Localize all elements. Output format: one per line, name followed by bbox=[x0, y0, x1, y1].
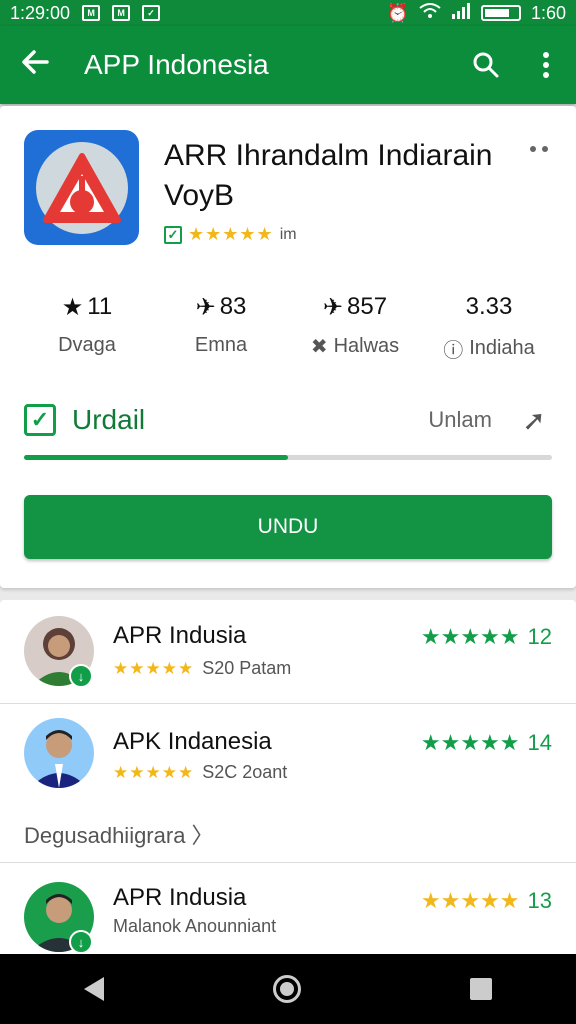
nav-home-icon[interactable] bbox=[272, 975, 301, 1003]
app-details-card: ARR Ihrandalm Indiarain VoyB ✓ ★★★★★ im … bbox=[0, 106, 576, 588]
download-badge-icon: ↓ bbox=[69, 664, 93, 688]
download-progress bbox=[24, 455, 552, 460]
stat-item: ✈ 857 ✖ Halwas bbox=[288, 292, 422, 363]
mail-notification-icon: M bbox=[112, 5, 131, 21]
info-icon: ⓘ bbox=[443, 340, 464, 362]
battery-icon bbox=[480, 5, 521, 21]
rating-text: im bbox=[279, 225, 297, 243]
item-sub: S20 Patam bbox=[202, 658, 292, 678]
install-row: ✓ Urdail Unlam ➚ bbox=[24, 400, 554, 440]
search-icon[interactable] bbox=[456, 51, 516, 79]
app-logo bbox=[24, 130, 139, 245]
item-name: APR Indusia bbox=[113, 622, 247, 649]
stat-label: Emna bbox=[194, 334, 248, 356]
see-more-link[interactable]: Degusadhiigrara 〉 bbox=[24, 818, 214, 850]
stat-label: Indiaha bbox=[469, 337, 535, 359]
list-item[interactable]: ↓ APR Indusia Malanok Anounniant ★★★★★ 13 bbox=[0, 870, 576, 960]
stats-row: ★ 11 Dvaga ✈ 83 Emna ✈ 857 ✖ Halwas 3.33 ⓘ In… bbox=[20, 292, 556, 363]
status-bar: 1:29:00 M M ✓ ⏰ 1:60 bbox=[0, 0, 576, 26]
item-sub: Malanok Anounniant bbox=[113, 916, 277, 936]
alarm-icon: ⏰ bbox=[386, 2, 409, 23]
item-stars: ★★★★★ bbox=[113, 762, 195, 782]
item-rating-value: 12 bbox=[527, 624, 552, 649]
install-label: Urdail bbox=[72, 404, 146, 435]
stat-item: ★ 11 Dvaga bbox=[20, 292, 154, 363]
page-title: APP Indonesia bbox=[84, 49, 269, 80]
stat-value: 857 bbox=[347, 293, 388, 320]
avatar bbox=[24, 718, 94, 788]
item-rating-stars: ★★★★★ bbox=[420, 888, 520, 913]
related-apps-list: ↓ APR Indusia ★★★★★ S20 Patam ★★★★★ 12 APK… bbox=[0, 600, 576, 960]
mail-notification-icon: M bbox=[82, 5, 101, 21]
app-rating-row: ✓ ★★★★★ im bbox=[164, 224, 297, 245]
rating-stars: ★★★★★ bbox=[188, 224, 274, 244]
app-bar: APP Indonesia bbox=[0, 26, 576, 104]
list-item[interactable]: APK Indanesia ★★★★★ S2C 2oant ★★★★★ 14 Deg… bbox=[0, 704, 576, 848]
signal-icon bbox=[451, 2, 471, 24]
stat-value: 3.33 bbox=[465, 293, 513, 320]
item-rating-value: 14 bbox=[527, 730, 552, 755]
stat-item: ✈ 83 Emna bbox=[154, 292, 288, 363]
item-sub: S2C 2oant bbox=[202, 762, 288, 782]
progress-fill bbox=[24, 455, 288, 460]
download-badge-icon: ↓ bbox=[69, 930, 93, 954]
item-rating-stars: ★★★★★ bbox=[420, 730, 520, 755]
star-icon: ★ bbox=[61, 293, 84, 321]
item-rating-stars: ★★★★★ bbox=[420, 624, 520, 649]
list-item[interactable]: ↓ APR Indusia ★★★★★ S20 Patam ★★★★★ 12 bbox=[0, 600, 576, 704]
back-arrow-icon[interactable] bbox=[0, 48, 70, 82]
app-name: ARR Ihrandalm Indiarain VoyB bbox=[164, 139, 493, 212]
card-more-icon[interactable] bbox=[530, 146, 548, 152]
system-nav-bar bbox=[0, 954, 576, 1024]
stat-value: 11 bbox=[87, 293, 113, 320]
plane-icon: ✈ bbox=[322, 293, 344, 321]
install-status: Unlam bbox=[428, 407, 492, 432]
stat-label: Dvaga bbox=[58, 334, 116, 356]
plane-icon: ✈ bbox=[195, 293, 216, 321]
install-button[interactable]: UNDU bbox=[24, 495, 552, 559]
install-checkbox[interactable]: ✓ bbox=[24, 404, 56, 436]
status-time-left: 1:29:00 bbox=[10, 2, 71, 23]
nav-back-icon[interactable] bbox=[84, 977, 105, 1001]
stat-value: 83 bbox=[219, 293, 247, 320]
stat-item: 3.33 ⓘ Indiaha bbox=[422, 292, 556, 363]
close-x-icon: ✖ bbox=[310, 336, 328, 358]
divider bbox=[0, 862, 576, 863]
check-notification-icon: ✓ bbox=[142, 5, 161, 21]
item-stars: ★★★★★ bbox=[113, 658, 195, 678]
status-time-right: 1:60 bbox=[530, 2, 566, 23]
share-arrow-icon[interactable]: ➚ bbox=[514, 404, 554, 437]
item-name: APK Indanesia bbox=[113, 728, 272, 755]
item-name: APR Indusia bbox=[113, 884, 247, 911]
item-rating-value: 13 bbox=[527, 888, 552, 913]
wifi-icon bbox=[419, 2, 441, 24]
verified-check-icon: ✓ bbox=[164, 225, 182, 244]
nav-recents-icon[interactable] bbox=[469, 978, 492, 1000]
overflow-menu-icon[interactable] bbox=[516, 52, 576, 78]
stat-label: Halwas bbox=[333, 335, 400, 357]
